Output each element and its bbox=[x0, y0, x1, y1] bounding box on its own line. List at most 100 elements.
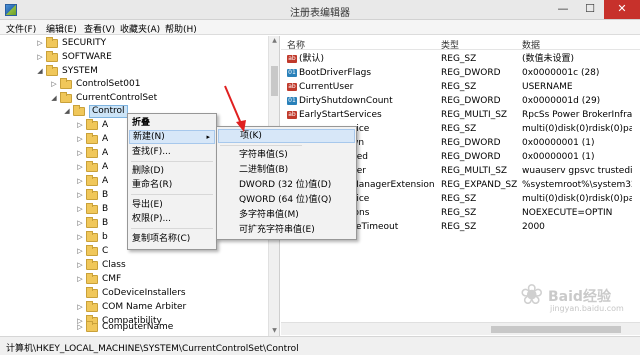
menu-favorites[interactable]: 收藏夹(A) bbox=[120, 22, 160, 35]
value-type: REG_DWORD bbox=[441, 138, 501, 148]
value-data: 0x0000001d (29) bbox=[522, 96, 601, 106]
folder-icon bbox=[86, 245, 98, 256]
column-header-name[interactable]: 名称 bbox=[287, 38, 305, 51]
expand-arrow-icon[interactable]: ▷ bbox=[36, 37, 44, 50]
menu-item-string-value[interactable]: 字符串值(S) bbox=[218, 148, 355, 162]
string-value-icon: ab bbox=[287, 111, 297, 119]
submenu-arrow-icon: ▸ bbox=[206, 133, 210, 141]
expand-arrow-icon[interactable]: ▷ bbox=[50, 78, 58, 91]
list-row-bootdriverflags[interactable]: 01 BootDriverFlags REG_DWORD 0x0000001c … bbox=[281, 66, 640, 80]
scrollbar-thumb[interactable] bbox=[271, 66, 278, 96]
collapse-arrow-icon[interactable]: ◢ bbox=[36, 65, 44, 78]
expand-arrow-icon[interactable]: ▷ bbox=[76, 175, 84, 188]
collapse-arrow-icon[interactable]: ◢ bbox=[50, 92, 58, 105]
tree-item-label: SYSTEM bbox=[62, 66, 98, 76]
value-type: REG_SZ bbox=[441, 82, 477, 92]
list-header: 名称 类型 数据 bbox=[281, 36, 640, 51]
menu-item-new[interactable]: 新建(N) ▸ bbox=[129, 130, 215, 144]
value-type: REG_SZ bbox=[441, 194, 477, 204]
expand-arrow-icon[interactable]: ▷ bbox=[76, 147, 84, 160]
value-data: 0x0000001c (28) bbox=[522, 68, 600, 78]
expand-arrow-icon[interactable]: ▷ bbox=[76, 189, 84, 202]
list-horizontal-scrollbar[interactable] bbox=[281, 322, 640, 335]
menu-file[interactable]: 文件(F) bbox=[6, 22, 36, 35]
maximize-button[interactable]: ☐ bbox=[577, 0, 603, 19]
menu-item-multi-string-value[interactable]: 多字符串值(M) bbox=[218, 208, 355, 222]
column-header-data[interactable]: 数据 bbox=[522, 38, 540, 51]
string-value-icon: ab bbox=[287, 83, 297, 91]
menu-item-delete[interactable]: 删除(D) bbox=[129, 164, 215, 178]
value-data: NOEXECUTE=OPTIN bbox=[522, 208, 613, 218]
window-title: 注册表编辑器 bbox=[290, 8, 350, 19]
minimize-button[interactable]: — bbox=[550, 0, 576, 19]
baidu-jingyan-watermark: ❀ Baid经验 jingyan.baidu.com bbox=[520, 278, 632, 318]
scrollbar-thumb[interactable] bbox=[491, 326, 621, 333]
collapse-arrow-icon[interactable]: ◢ bbox=[63, 105, 71, 118]
expand-arrow-icon[interactable]: ▷ bbox=[76, 133, 84, 146]
dword-value-icon: 01 bbox=[287, 69, 297, 77]
expand-arrow-icon[interactable]: ▷ bbox=[76, 245, 84, 258]
menu-item-find[interactable]: 查找(F)... bbox=[129, 145, 215, 159]
scroll-down-arrow-icon[interactable]: ▼ bbox=[269, 326, 280, 336]
value-name: (默认) bbox=[299, 54, 325, 64]
value-data: USERNAME bbox=[522, 82, 573, 92]
menu-item-rename[interactable]: 重命名(R) bbox=[129, 178, 215, 192]
menu-item-collapse[interactable]: 折叠 bbox=[129, 116, 215, 130]
folder-icon bbox=[86, 321, 98, 332]
column-header-type[interactable]: 类型 bbox=[441, 38, 459, 51]
expand-arrow-icon[interactable]: ▷ bbox=[76, 321, 84, 334]
menu-item-permissions[interactable]: 权限(P)... bbox=[129, 212, 215, 226]
value-data: multi(0)disk(0)rdisk(0)partitio bbox=[522, 194, 632, 204]
tree-item-label: B bbox=[102, 190, 109, 200]
menu-item-export[interactable]: 导出(E) bbox=[129, 198, 215, 212]
list-row-dirtyshutdowncount[interactable]: 01 DirtyShutdownCount REG_DWORD 0x000000… bbox=[281, 94, 640, 108]
value-name: ManagerExtension bbox=[351, 180, 435, 190]
folder-icon bbox=[60, 78, 72, 89]
menu-edit[interactable]: 编辑(E) bbox=[46, 22, 77, 35]
expand-arrow-icon[interactable]: ▷ bbox=[76, 259, 84, 272]
list-row-default[interactable]: ab (默认) REG_SZ (数值未设置) bbox=[281, 52, 640, 66]
title-bar: 注册表编辑器 — ☐ ✕ bbox=[0, 0, 640, 20]
tree-item-label: Class bbox=[102, 260, 126, 270]
expand-arrow-icon[interactable]: ▷ bbox=[76, 203, 84, 216]
new-submenu: 项(K) 字符串值(S) 二进制值(B) DWORD (32 位)值(D) QW… bbox=[216, 126, 357, 240]
menu-separator bbox=[131, 228, 213, 229]
expand-arrow-icon[interactable]: ▷ bbox=[36, 51, 44, 64]
value-type: REG_DWORD bbox=[441, 152, 501, 162]
expand-arrow-icon[interactable]: ▷ bbox=[76, 119, 84, 132]
value-name: CurrentUser bbox=[299, 82, 354, 92]
folder-icon bbox=[86, 175, 98, 186]
menu-view[interactable]: 查看(V) bbox=[84, 22, 115, 35]
close-button[interactable]: ✕ bbox=[604, 0, 640, 19]
value-name: DirtyShutdownCount bbox=[299, 96, 393, 106]
expand-arrow-icon[interactable]: ▷ bbox=[76, 301, 84, 314]
tree-item-label: CoDeviceInstallers bbox=[102, 288, 186, 298]
menu-item-copy-key-name[interactable]: 复制项名称(C) bbox=[129, 232, 215, 246]
expand-arrow-icon[interactable]: ▷ bbox=[76, 273, 84, 286]
tree-item-label: A bbox=[102, 162, 109, 172]
menu-item-qword-value[interactable]: QWORD (64 位)值(Q) bbox=[218, 193, 355, 207]
folder-icon bbox=[86, 119, 98, 130]
watermark-url: jingyan.baidu.com bbox=[550, 304, 624, 313]
tree-item-label: SECURITY bbox=[62, 38, 107, 48]
menu-item-binary-value[interactable]: 二进制值(B) bbox=[218, 163, 355, 177]
menu-item-expandable-string-value[interactable]: 可扩充字符串值(E) bbox=[218, 223, 355, 237]
menu-item-dword-value[interactable]: DWORD (32 位)值(D) bbox=[218, 178, 355, 192]
folder-icon bbox=[86, 301, 98, 312]
value-type: REG_SZ bbox=[441, 124, 477, 134]
list-row-currentuser[interactable]: ab CurrentUser REG_SZ USERNAME bbox=[281, 80, 640, 94]
tree-item-label: ControlSet001 bbox=[76, 79, 141, 89]
expand-arrow-icon[interactable]: ▷ bbox=[76, 161, 84, 174]
menu-help[interactable]: 帮助(H) bbox=[165, 22, 197, 35]
list-row-earlystartservices[interactable]: ab EarlyStartServices REG_MULTI_SZ RpcSs… bbox=[281, 108, 640, 122]
expand-arrow-icon[interactable]: ▷ bbox=[76, 231, 84, 244]
red-annotation-arrow-icon bbox=[224, 85, 246, 132]
menu-item-label: 新建(N) bbox=[133, 132, 165, 142]
tree-item-label: SOFTWARE bbox=[62, 52, 112, 62]
tree-item-label: CurrentControlSet bbox=[76, 93, 158, 103]
folder-icon bbox=[46, 37, 58, 48]
value-type: REG_EXPAND_SZ bbox=[441, 180, 518, 190]
folder-icon bbox=[86, 189, 98, 200]
scroll-up-arrow-icon[interactable]: ▲ bbox=[269, 36, 280, 46]
expand-arrow-icon[interactable]: ▷ bbox=[76, 217, 84, 230]
